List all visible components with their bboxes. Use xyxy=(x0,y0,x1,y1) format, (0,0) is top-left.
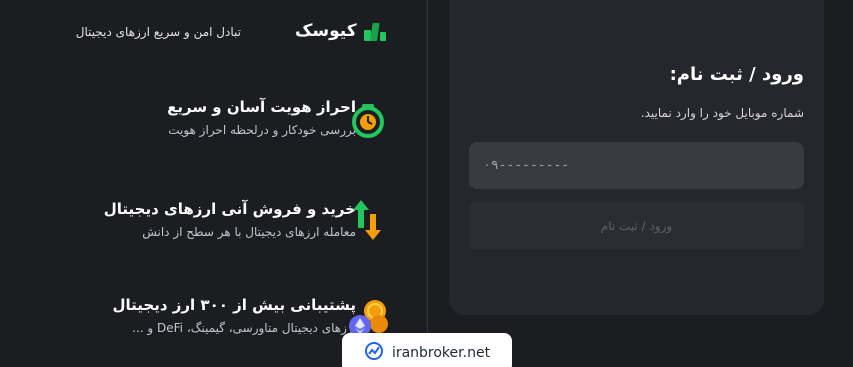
trend-chart-icon xyxy=(364,341,384,365)
feature-desc-kyc: بررسی خودکار و درلحظه احراز هویت xyxy=(168,123,356,137)
login-hint: شماره موبایل خود را وارد نمایید. xyxy=(640,106,804,120)
buy-sell-arrows-icon xyxy=(349,198,387,242)
login-submit-button[interactable]: ورود / ثبت نام xyxy=(469,202,804,249)
page: تبادل امن و سریع ارزهای دیجیتال کیوسک اح… xyxy=(0,0,853,367)
login-card: ورود / ثبت نام: شماره موبایل خود را وارد… xyxy=(449,0,824,315)
feature-desc-coins: ارزهای دیجیتال متاورسی، گیمینگ، DeFi و .… xyxy=(132,321,356,335)
brand-logo[interactable]: کیوسک xyxy=(295,18,390,44)
watermark-text: iranbroker.net xyxy=(391,345,491,361)
logo-text: کیوسک xyxy=(295,21,357,41)
panel-divider xyxy=(427,0,428,367)
tagline: تبادل امن و سریع ارزهای دیجیتال xyxy=(75,25,241,39)
clock-check-icon xyxy=(349,102,387,140)
feature-desc-trade: معامله ارزهای دیجیتال با هر سطح از دانش xyxy=(142,225,356,239)
logo-mark-icon xyxy=(363,20,387,42)
login-title: ورود / ثبت نام: xyxy=(669,64,804,85)
phone-input[interactable] xyxy=(469,142,804,189)
feature-title-kyc: احراز هویت آسان و سریع xyxy=(167,98,356,116)
watermark-badge: iranbroker.net xyxy=(342,333,512,367)
feature-title-coins: پشتیبانی بیش از ۳۰۰ ارز دیجیتال xyxy=(112,296,356,314)
feature-title-trade: خرید و فروش آنی ارزهای دیجیتال xyxy=(103,200,356,218)
